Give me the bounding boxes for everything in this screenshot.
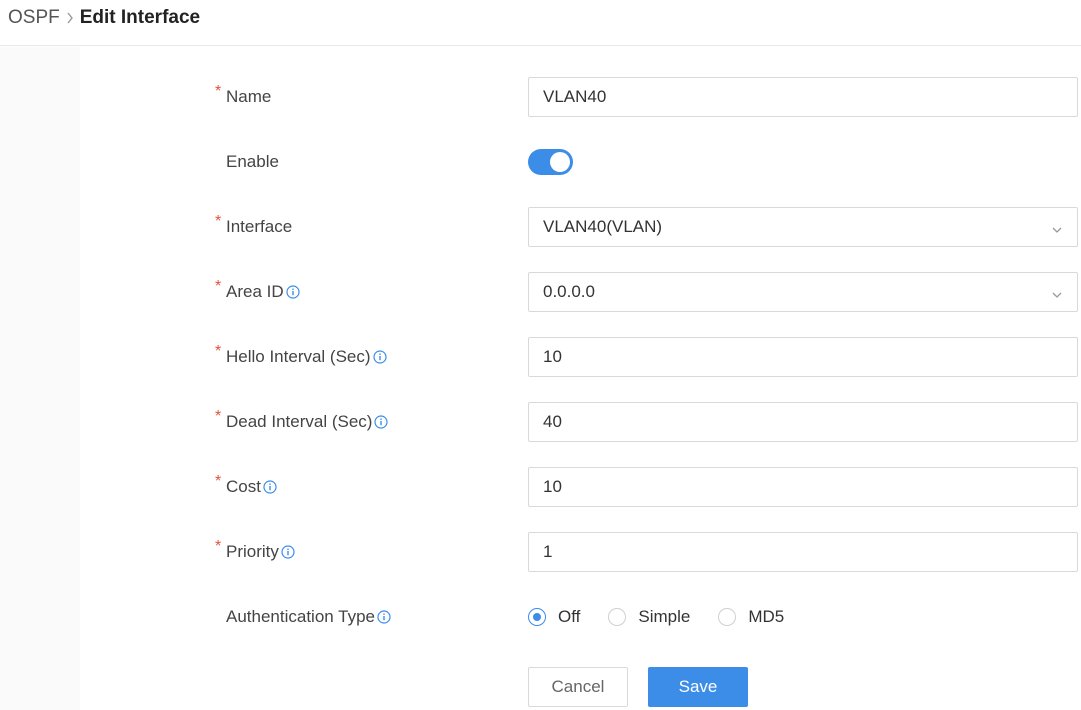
breadcrumb-parent-link[interactable]: OSPF: [8, 7, 60, 29]
hello-interval-label-text: Hello Interval (Sec): [226, 347, 371, 366]
hello-interval-value: 10: [543, 347, 562, 366]
area-id-select[interactable]: 0.0.0.0: [528, 272, 1078, 312]
hello-interval-label: Hello Interval (Sec): [226, 337, 387, 377]
name-label: Name: [226, 87, 272, 106]
chevron-right-icon: [66, 12, 74, 24]
page-header: OSPF Edit Interface: [0, 0, 1081, 46]
enable-label: Enable: [226, 152, 279, 171]
info-icon[interactable]: [377, 610, 391, 624]
info-icon[interactable]: [372, 350, 387, 364]
auth-type-label: Authentication Type: [226, 597, 391, 637]
toggle-knob: [550, 152, 570, 172]
dead-interval-label-text: Dead Interval (Sec): [226, 412, 373, 431]
enable-toggle[interactable]: [528, 149, 573, 175]
auth-type-radio-group: Off Simple MD5: [528, 597, 812, 637]
priority-label: Priority: [226, 532, 295, 572]
info-icon[interactable]: [286, 285, 300, 299]
auth-type-row: Authentication Type Off Simple MD5: [0, 597, 1081, 637]
required-mark: *: [215, 408, 222, 425]
priority-value: 1: [543, 542, 553, 561]
info-icon[interactable]: [281, 545, 295, 559]
name-input[interactable]: VLAN40: [528, 77, 1078, 117]
auth-option-simple-label: Simple: [638, 607, 691, 626]
auth-option-simple[interactable]: Simple: [608, 607, 690, 627]
priority-input[interactable]: 1: [528, 532, 1078, 572]
cancel-button[interactable]: Cancel: [528, 667, 628, 707]
name-row: * Name VLAN40: [0, 77, 1081, 117]
enable-row: Enable: [0, 142, 1081, 182]
dead-interval-row: * Dead Interval (Sec) 40: [0, 402, 1081, 442]
interface-select[interactable]: VLAN40(VLAN): [528, 207, 1078, 247]
area-id-label-text: Area ID: [226, 282, 284, 301]
name-input-value: VLAN40: [543, 87, 607, 106]
chevron-down-icon: [1051, 286, 1063, 298]
required-mark: *: [215, 538, 222, 555]
interface-select-value: VLAN40(VLAN): [543, 217, 663, 236]
area-id-label: Area ID: [226, 272, 300, 312]
auth-option-md5-label: MD5: [748, 607, 785, 626]
required-mark: *: [215, 473, 222, 490]
required-mark: *: [215, 343, 222, 360]
auth-option-off[interactable]: Off: [528, 607, 580, 627]
auth-option-off-label: Off: [558, 607, 581, 626]
breadcrumb: OSPF Edit Interface: [8, 6, 200, 30]
auth-option-md5[interactable]: MD5: [718, 607, 784, 627]
hello-interval-row: * Hello Interval (Sec) 10: [0, 337, 1081, 377]
area-id-select-value: 0.0.0.0: [543, 282, 595, 301]
chevron-down-icon: [1051, 221, 1063, 233]
radio-button[interactable]: [718, 608, 737, 626]
interface-label: Interface: [226, 217, 293, 236]
auth-type-label-text: Authentication Type: [226, 607, 376, 626]
info-icon[interactable]: [374, 415, 389, 429]
info-icon[interactable]: [263, 480, 277, 494]
cost-label-text: Cost: [226, 477, 261, 496]
cost-row: * Cost 10: [0, 467, 1081, 507]
cost-label: Cost: [226, 467, 277, 507]
page-title: Edit Interface: [79, 7, 201, 28]
cost-input[interactable]: 10: [528, 467, 1078, 507]
priority-row: * Priority 1: [0, 532, 1081, 572]
radio-button[interactable]: [608, 608, 627, 626]
save-button[interactable]: Save: [648, 667, 748, 707]
cost-value: 10: [543, 477, 562, 496]
interface-row: * Interface VLAN40(VLAN): [0, 207, 1081, 247]
required-mark: *: [215, 213, 222, 230]
required-mark: *: [215, 83, 222, 100]
required-mark: *: [215, 278, 222, 295]
dead-interval-input[interactable]: 40: [528, 402, 1078, 442]
priority-label-text: Priority: [226, 542, 279, 561]
radio-button-checked[interactable]: [528, 608, 546, 626]
dead-interval-label: Dead Interval (Sec): [226, 402, 389, 442]
dead-interval-value: 40: [543, 412, 562, 431]
area-id-row: * Area ID 0.0.0.0: [0, 272, 1081, 312]
hello-interval-input[interactable]: 10: [528, 337, 1078, 377]
